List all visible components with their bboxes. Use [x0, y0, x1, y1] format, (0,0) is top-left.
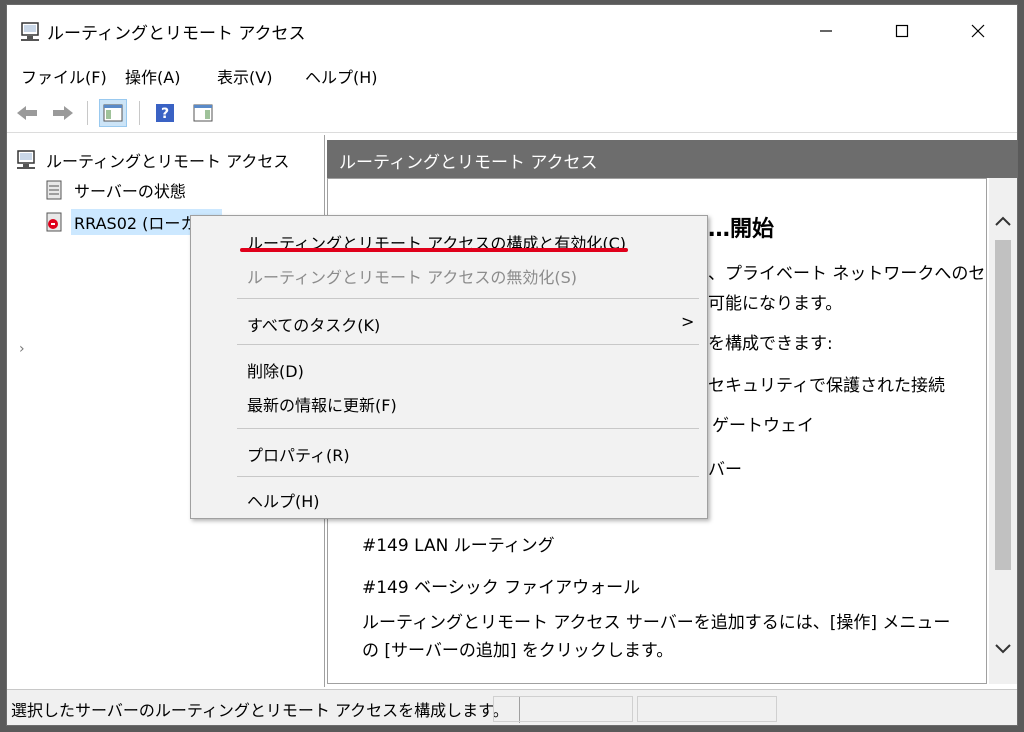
help-button[interactable]: ? — [151, 99, 179, 127]
rras-root-icon — [17, 150, 35, 169]
show-hide-tree-icon — [103, 104, 123, 122]
menu-item-help[interactable]: ヘルプ(H) — [247, 488, 320, 512]
back-button[interactable] — [13, 99, 41, 127]
menu-separator — [237, 476, 699, 477]
pane-line: を構成できます: — [708, 334, 833, 354]
chevron-up-icon — [995, 216, 1011, 226]
toolbar-separator — [87, 101, 88, 125]
properties-pane-icon — [193, 104, 213, 122]
forward-arrow-icon — [53, 106, 73, 120]
menu-separator — [237, 428, 699, 429]
menu-item-properties[interactable]: プロパティ(R) — [247, 442, 350, 466]
tree-label-server-status: サーバーの状態 — [74, 182, 186, 201]
scroll-thumb[interactable] — [995, 240, 1011, 570]
menu-action[interactable]: 操作(A) — [125, 64, 180, 88]
tree-label-root: ルーティングとリモート アクセス — [46, 152, 290, 171]
menu-item-refresh[interactable]: 最新の情報に更新(F) — [247, 392, 397, 416]
status-text: 選択したサーバーのルーティングとリモート アクセスを構成します。 — [11, 697, 520, 723]
pane-title: …開始 — [708, 217, 775, 242]
status-segment — [637, 696, 777, 722]
menu-item-all-tasks[interactable]: すべてのタスク(K) — [247, 312, 380, 336]
vertical-scrollbar[interactable] — [989, 178, 1017, 684]
back-arrow-icon — [17, 106, 37, 120]
pane-line: 可能になります。 — [708, 294, 843, 314]
rras-app-icon — [21, 22, 39, 41]
close-icon — [971, 24, 985, 38]
server-stopped-icon — [46, 212, 62, 232]
properties-pane-button[interactable] — [189, 99, 217, 127]
red-underline-annotation — [240, 248, 628, 252]
menu-separator — [237, 298, 699, 299]
tree-item-root[interactable]: ルーティングとリモート アクセス — [15, 147, 292, 173]
expand-chevron-icon[interactable]: › — [19, 341, 25, 357]
pane-line: バー — [708, 460, 742, 480]
close-button[interactable] — [955, 11, 1001, 51]
pane-paragraph: ルーティングとリモート アクセス サーバーを追加するには、[操作] メニューの … — [362, 613, 951, 661]
show-hide-tree-button[interactable] — [99, 99, 127, 127]
menu-file[interactable]: ファイル(F) — [21, 64, 107, 88]
pane-line: #149 ベーシック ファイアウォール — [362, 578, 641, 598]
menu-view[interactable]: 表示(V) — [217, 64, 272, 88]
maximize-icon — [895, 24, 909, 38]
forward-button[interactable] — [49, 99, 77, 127]
status-segment — [493, 696, 633, 722]
menu-item-delete[interactable]: 削除(D) — [247, 358, 304, 382]
scroll-up-button[interactable] — [989, 206, 1017, 236]
minimize-icon — [820, 30, 832, 32]
title-bar: ルーティングとリモート アクセス — [7, 5, 1017, 57]
menu-bar: ファイル(F) 操作(A) 表示(V) ヘルプ(H) — [7, 57, 1017, 91]
toolbar: ? — [7, 93, 1017, 133]
pane-line: 、プライベート ネットワークへのセ — [708, 264, 986, 284]
window-title: ルーティングとリモート アクセス — [47, 24, 306, 44]
help-icon: ? — [156, 104, 174, 122]
chevron-down-icon — [995, 644, 1011, 654]
context-menu: ルーティングとリモート アクセスの構成と有効化(C) ルーティングとリモート ア… — [190, 215, 708, 519]
maximize-button[interactable] — [879, 11, 925, 51]
toolbar-separator — [139, 101, 140, 125]
menu-separator — [237, 344, 699, 345]
minimize-button[interactable] — [803, 11, 849, 51]
tree-item-server-status[interactable]: サーバーの状態 — [43, 177, 189, 203]
server-status-icon — [46, 180, 62, 200]
menu-help[interactable]: ヘルプ(H) — [305, 64, 378, 88]
svg-text:?: ? — [161, 106, 169, 122]
pane-line: ゲートウェイ — [712, 416, 814, 436]
pane-header: ルーティングとリモート アクセス — [327, 140, 1017, 178]
menu-item-disable[interactable]: ルーティングとリモート アクセスの無効化(S) — [247, 264, 577, 288]
pane-line: #149 LAN ルーティング — [362, 536, 555, 556]
scroll-down-button[interactable] — [989, 634, 1017, 664]
status-bar: 選択したサーバーのルーティングとリモート アクセスを構成します。 — [7, 689, 1017, 725]
pane-line: セキュリティで保護された接続 — [708, 376, 945, 396]
submenu-arrow-icon: > — [681, 312, 695, 331]
